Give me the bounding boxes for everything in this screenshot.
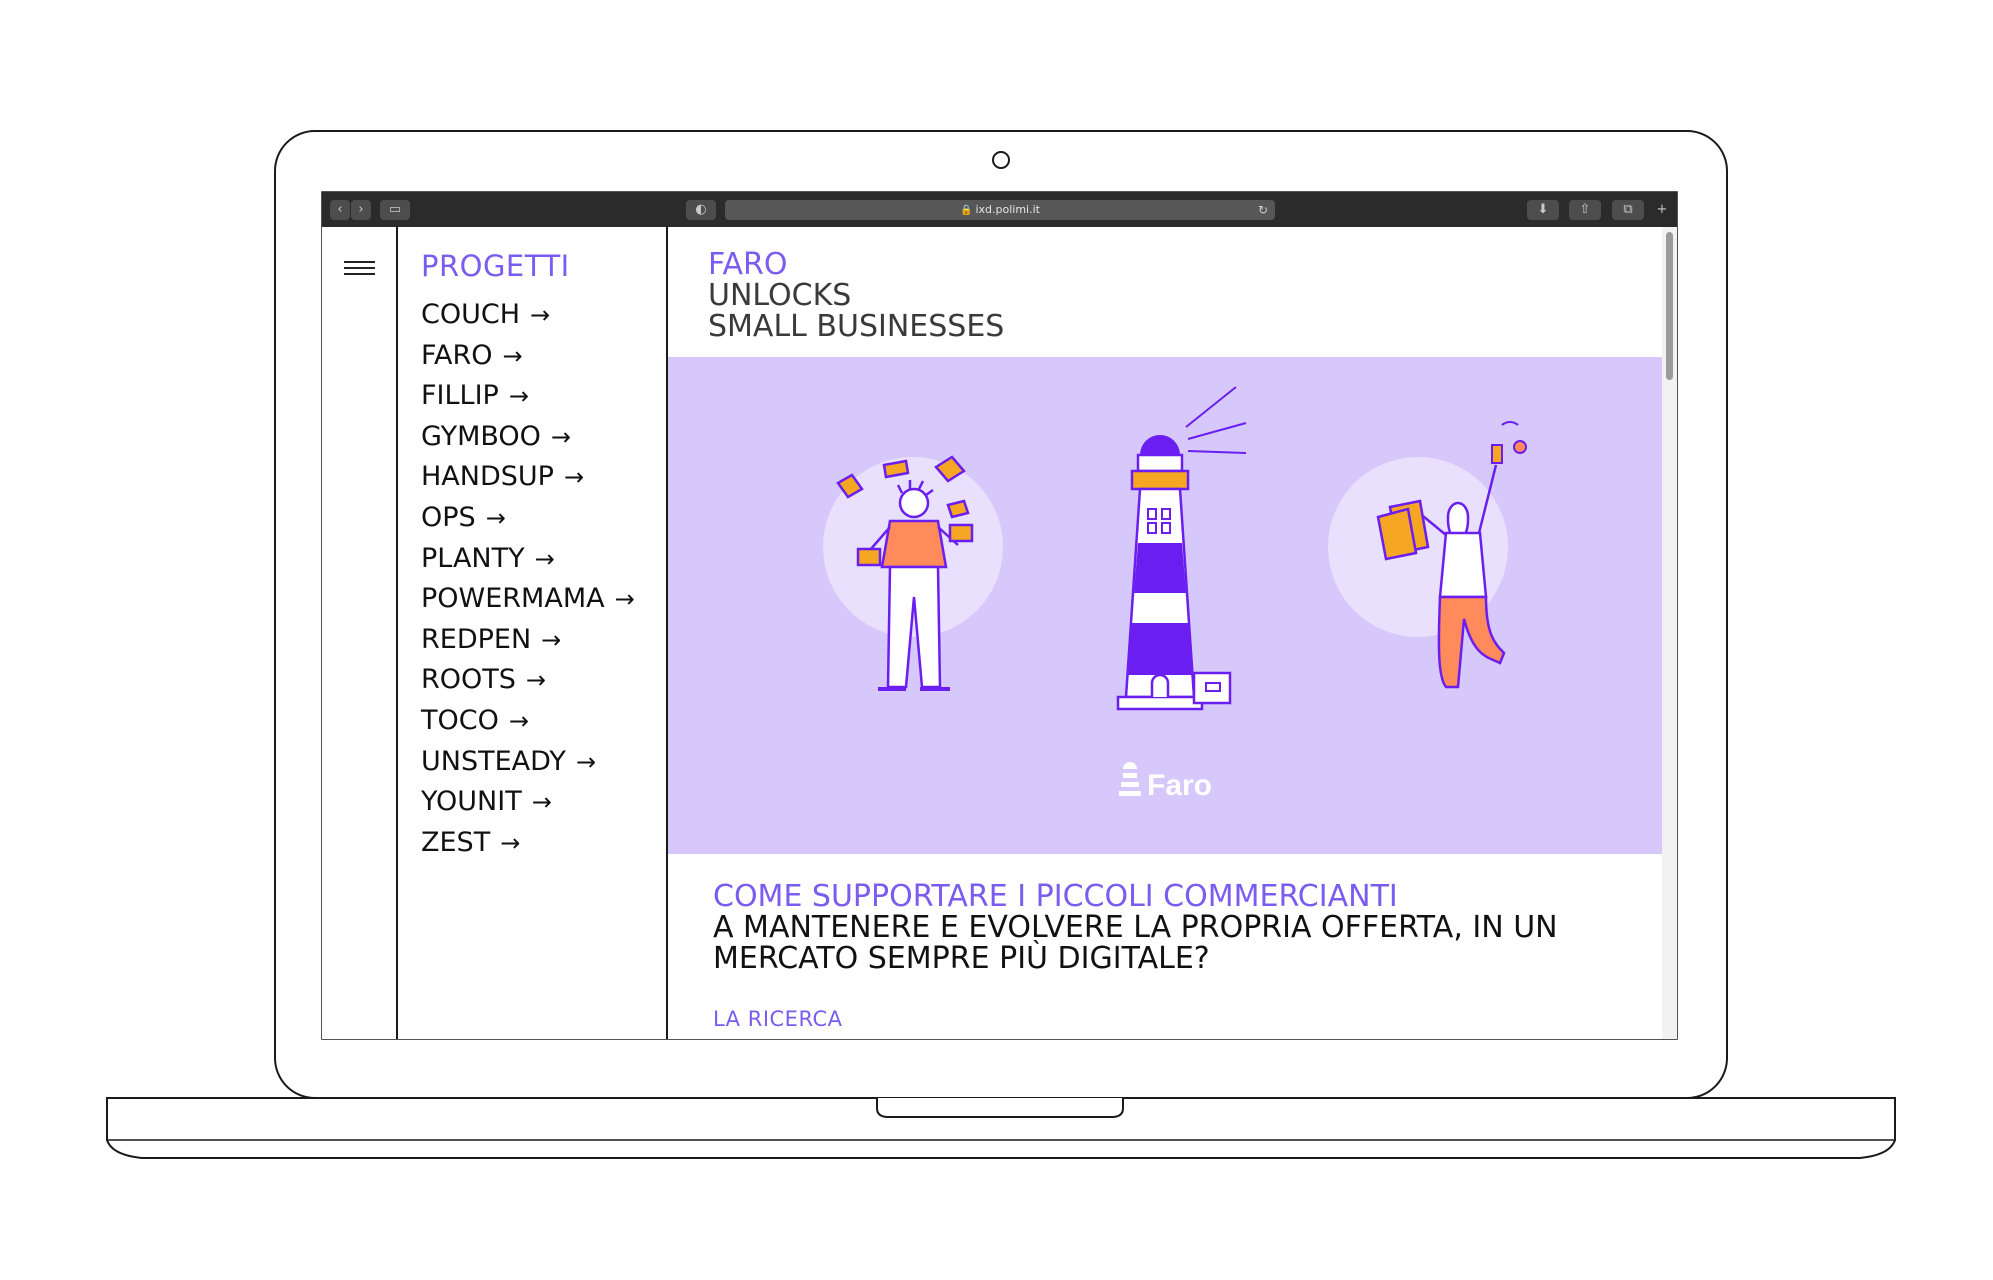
sidebar-item-label: YOUNIT (421, 786, 522, 818)
arrow-right-icon: → (508, 382, 529, 411)
sidebar-toggle-icon[interactable]: ▭ (380, 200, 410, 220)
arrow-right-icon: → (541, 625, 562, 654)
sidebar-item-label: POWERMAMA (421, 583, 605, 615)
arrow-right-icon: → (485, 503, 506, 532)
scrollbar-thumb[interactable] (1666, 232, 1673, 380)
download-icon[interactable]: ⬇ (1527, 200, 1559, 220)
sidebar-item-redpen[interactable]: REDPEN → (421, 620, 635, 661)
reload-icon[interactable]: ↻ (1258, 200, 1268, 220)
sidebar-item-planty[interactable]: PLANTY → (421, 539, 635, 580)
question-line-2: A MANTENERE E EVOLVERE LA PROPRIA OFFERT… (713, 910, 1558, 945)
sidebar-item-label: OPS (421, 501, 476, 533)
privacy-shield-icon[interactable]: ◐ (686, 200, 716, 220)
sidebar-item-label: FARO (421, 339, 493, 371)
new-tab-icon[interactable]: + (1652, 200, 1672, 220)
sidebar-item-handsup[interactable]: HANDSUP → (421, 457, 635, 498)
sidebar-item-couch[interactable]: COUCH → (421, 295, 635, 336)
sidebar-item-label: FILLIP (421, 380, 499, 412)
hero-line-2: SMALL BUSINESSES (708, 309, 1005, 344)
project-list: COUCH → FARO → FILLIP → GYMBOO → HANDSUP → OPS → PLA… (421, 295, 635, 863)
url-text: ixd.polimi.it (975, 203, 1040, 216)
faro-logo-text: Faro (1147, 769, 1212, 802)
left-rail (322, 227, 398, 1039)
arrow-right-icon: → (534, 544, 555, 573)
arrow-right-icon: → (530, 301, 551, 329)
sidebar-item-label: UNSTEADY (421, 745, 566, 777)
hero-illustration: Faro (668, 357, 1662, 854)
back-button[interactable]: ‹ (330, 200, 350, 220)
arrow-right-icon: → (525, 666, 547, 695)
sidebar-item-label: TOCO (421, 704, 499, 736)
hero-line-1: UNLOCKS (708, 278, 852, 313)
shopkeeper-figure (823, 455, 1003, 691)
sidebar-item-roots[interactable]: ROOTS → (421, 660, 635, 701)
sidebar-item-younit[interactable]: YOUNIT → (421, 782, 635, 823)
sidebar-item-label: ROOTS (421, 664, 516, 696)
sidebar-item-fillip[interactable]: FILLIP → (421, 376, 635, 417)
arrow-right-icon: → (502, 341, 523, 370)
hero-heading: FARO UNLOCKS SMALL BUSINESSES (708, 249, 1004, 342)
sidebar-item-label: GYMBOO (421, 420, 541, 452)
arrow-right-icon: → (550, 422, 572, 451)
sidebar-item-toco[interactable]: TOCO → (421, 701, 635, 742)
section-subheading: LA RICERCA (713, 1007, 843, 1031)
forward-button[interactable]: › (351, 200, 371, 220)
sidebar-item-powermama[interactable]: POWERMAMA → (421, 579, 635, 620)
shopper-figure (1328, 421, 1527, 689)
lock-icon: 🔒 (960, 205, 973, 216)
question-accent: COME SUPPORTARE I PICCOLI COMMERCIANTI (713, 879, 1398, 914)
arrow-right-icon: → (500, 828, 521, 857)
share-icon[interactable]: ⇧ (1569, 200, 1601, 220)
research-question: COME SUPPORTARE I PICCOLI COMMERCIANTI A… (713, 881, 1558, 974)
sidebar-item-unsteady[interactable]: UNSTEADY → (421, 742, 635, 783)
menu-title: PROGETTI (421, 249, 570, 283)
arrow-right-icon: → (508, 706, 529, 735)
project-name: FARO (708, 247, 788, 282)
tabs-overview-icon[interactable]: ⧉ (1612, 200, 1644, 220)
browser-toolbar: ‹ › ▭ ◐ 🔒 ixd.polimi.it ↻ ⬇ ⇧ ⧉ + (322, 192, 1677, 227)
main-content: FARO UNLOCKS SMALL BUSINESSES Faro COME … (668, 227, 1677, 1039)
web-page: PROGETTI COUCH → FARO → FILLIP → GYMBOO → HANDSU… (322, 227, 1677, 1039)
sidebar-item-faro[interactable]: FARO → (421, 336, 635, 377)
sidebar-item-gymboo[interactable]: GYMBOO → (421, 417, 635, 458)
illustration-svg: Faro (823, 386, 1527, 802)
sidebar-item-zest[interactable]: ZEST → (421, 823, 635, 864)
arrow-right-icon: → (563, 463, 585, 492)
projects-menu: PROGETTI COUCH → FARO → FILLIP → GYMBOO → HANDSU… (398, 227, 668, 1039)
sidebar-item-label: HANDSUP (421, 461, 554, 493)
sidebar-item-ops[interactable]: OPS → (421, 498, 635, 539)
arrow-right-icon: → (575, 747, 597, 776)
sidebar-item-label: ZEST (421, 826, 491, 858)
address-bar[interactable]: 🔒 ixd.polimi.it ↻ (725, 200, 1275, 220)
arrow-right-icon: → (531, 788, 552, 817)
question-line-3: MERCATO SEMPRE PIÙ DIGITALE? (713, 941, 1210, 976)
webcam-icon (992, 151, 1010, 169)
sidebar-item-label: COUCH (421, 299, 521, 330)
sidebar-item-label: REDPEN (421, 623, 532, 655)
lighthouse-figure (1116, 386, 1247, 711)
hamburger-menu-icon[interactable] (344, 261, 375, 279)
sidebar-item-label: PLANTY (421, 542, 525, 574)
arrow-right-icon: → (614, 585, 635, 614)
page-scrollbar[interactable] (1662, 227, 1677, 1039)
faro-logo-icon (1119, 762, 1141, 796)
